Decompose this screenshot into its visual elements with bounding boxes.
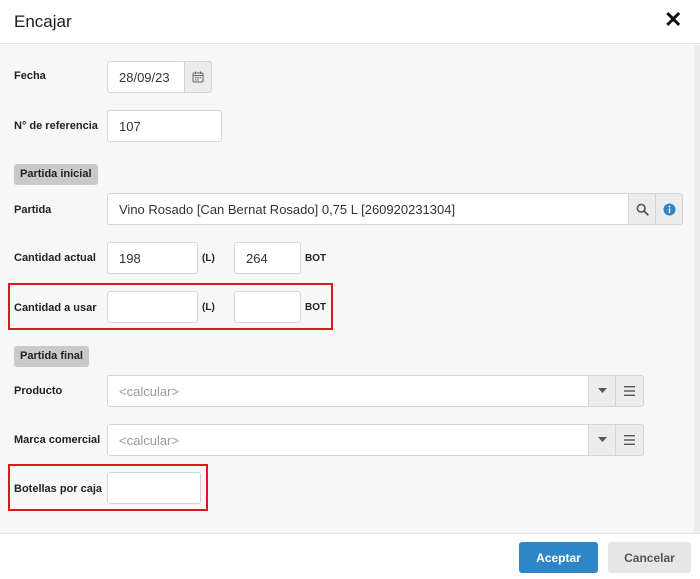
marca-dropdown-button[interactable] bbox=[588, 424, 616, 456]
referencia-input[interactable]: 107 bbox=[107, 110, 222, 142]
accept-button[interactable]: Aceptar bbox=[519, 542, 598, 573]
unit-botellas: BOT bbox=[305, 302, 327, 313]
dialog-header: Encajar ✕ bbox=[0, 0, 700, 44]
cantidad-usar-litros-input[interactable] bbox=[107, 291, 198, 323]
chevron-down-icon bbox=[597, 388, 607, 393]
search-icon bbox=[636, 203, 649, 216]
cantidad-actual-litros-input[interactable]: 198 bbox=[107, 242, 198, 274]
marca-label: Marca comercial bbox=[14, 434, 101, 446]
cancel-button[interactable]: Cancelar bbox=[608, 542, 691, 573]
unit-litros: (L) bbox=[202, 253, 215, 264]
cantidad-usar-label: Cantidad a usar bbox=[14, 302, 97, 314]
producto-label: Producto bbox=[14, 385, 63, 397]
chevron-down-icon bbox=[597, 437, 607, 442]
search-button[interactable] bbox=[628, 193, 656, 225]
producto-list-button[interactable] bbox=[615, 375, 644, 407]
partida-input[interactable]: Vino Rosado [Can Bernat Rosado] 0,75 L [… bbox=[107, 193, 629, 225]
producto-dropdown-button[interactable] bbox=[588, 375, 616, 407]
close-icon[interactable]: ✕ bbox=[664, 9, 682, 31]
scrollbar[interactable] bbox=[694, 45, 700, 533]
cantidad-actual-botellas-input[interactable]: 264 bbox=[234, 242, 301, 274]
section-partida-inicial: Partida inicial bbox=[14, 164, 98, 185]
calendar-icon bbox=[192, 71, 204, 83]
calendar-button[interactable] bbox=[184, 61, 212, 93]
fecha-input[interactable]: 28/09/23 bbox=[107, 61, 185, 93]
dialog-footer: Aceptar Cancelar bbox=[0, 533, 700, 579]
marca-select[interactable]: <calcular> bbox=[107, 424, 589, 456]
menu-icon bbox=[624, 386, 635, 396]
menu-icon bbox=[624, 435, 635, 445]
marca-list-button[interactable] bbox=[615, 424, 644, 456]
cantidad-usar-botellas-input[interactable] bbox=[234, 291, 301, 323]
botellas-input[interactable] bbox=[107, 472, 201, 504]
unit-botellas: BOT bbox=[305, 253, 327, 264]
info-button[interactable] bbox=[655, 193, 683, 225]
dialog-title: Encajar bbox=[14, 12, 72, 31]
unit-litros: (L) bbox=[202, 302, 215, 313]
section-partida-final: Partida final bbox=[14, 346, 89, 367]
fecha-label: Fecha bbox=[14, 70, 46, 82]
cantidad-actual-label: Cantidad actual bbox=[14, 252, 96, 264]
referencia-label: N° de referencia bbox=[14, 120, 98, 132]
producto-select[interactable]: <calcular> bbox=[107, 375, 589, 407]
info-icon bbox=[663, 203, 675, 215]
botellas-label: Botellas por caja bbox=[14, 483, 103, 495]
partida-label: Partida bbox=[14, 204, 52, 216]
